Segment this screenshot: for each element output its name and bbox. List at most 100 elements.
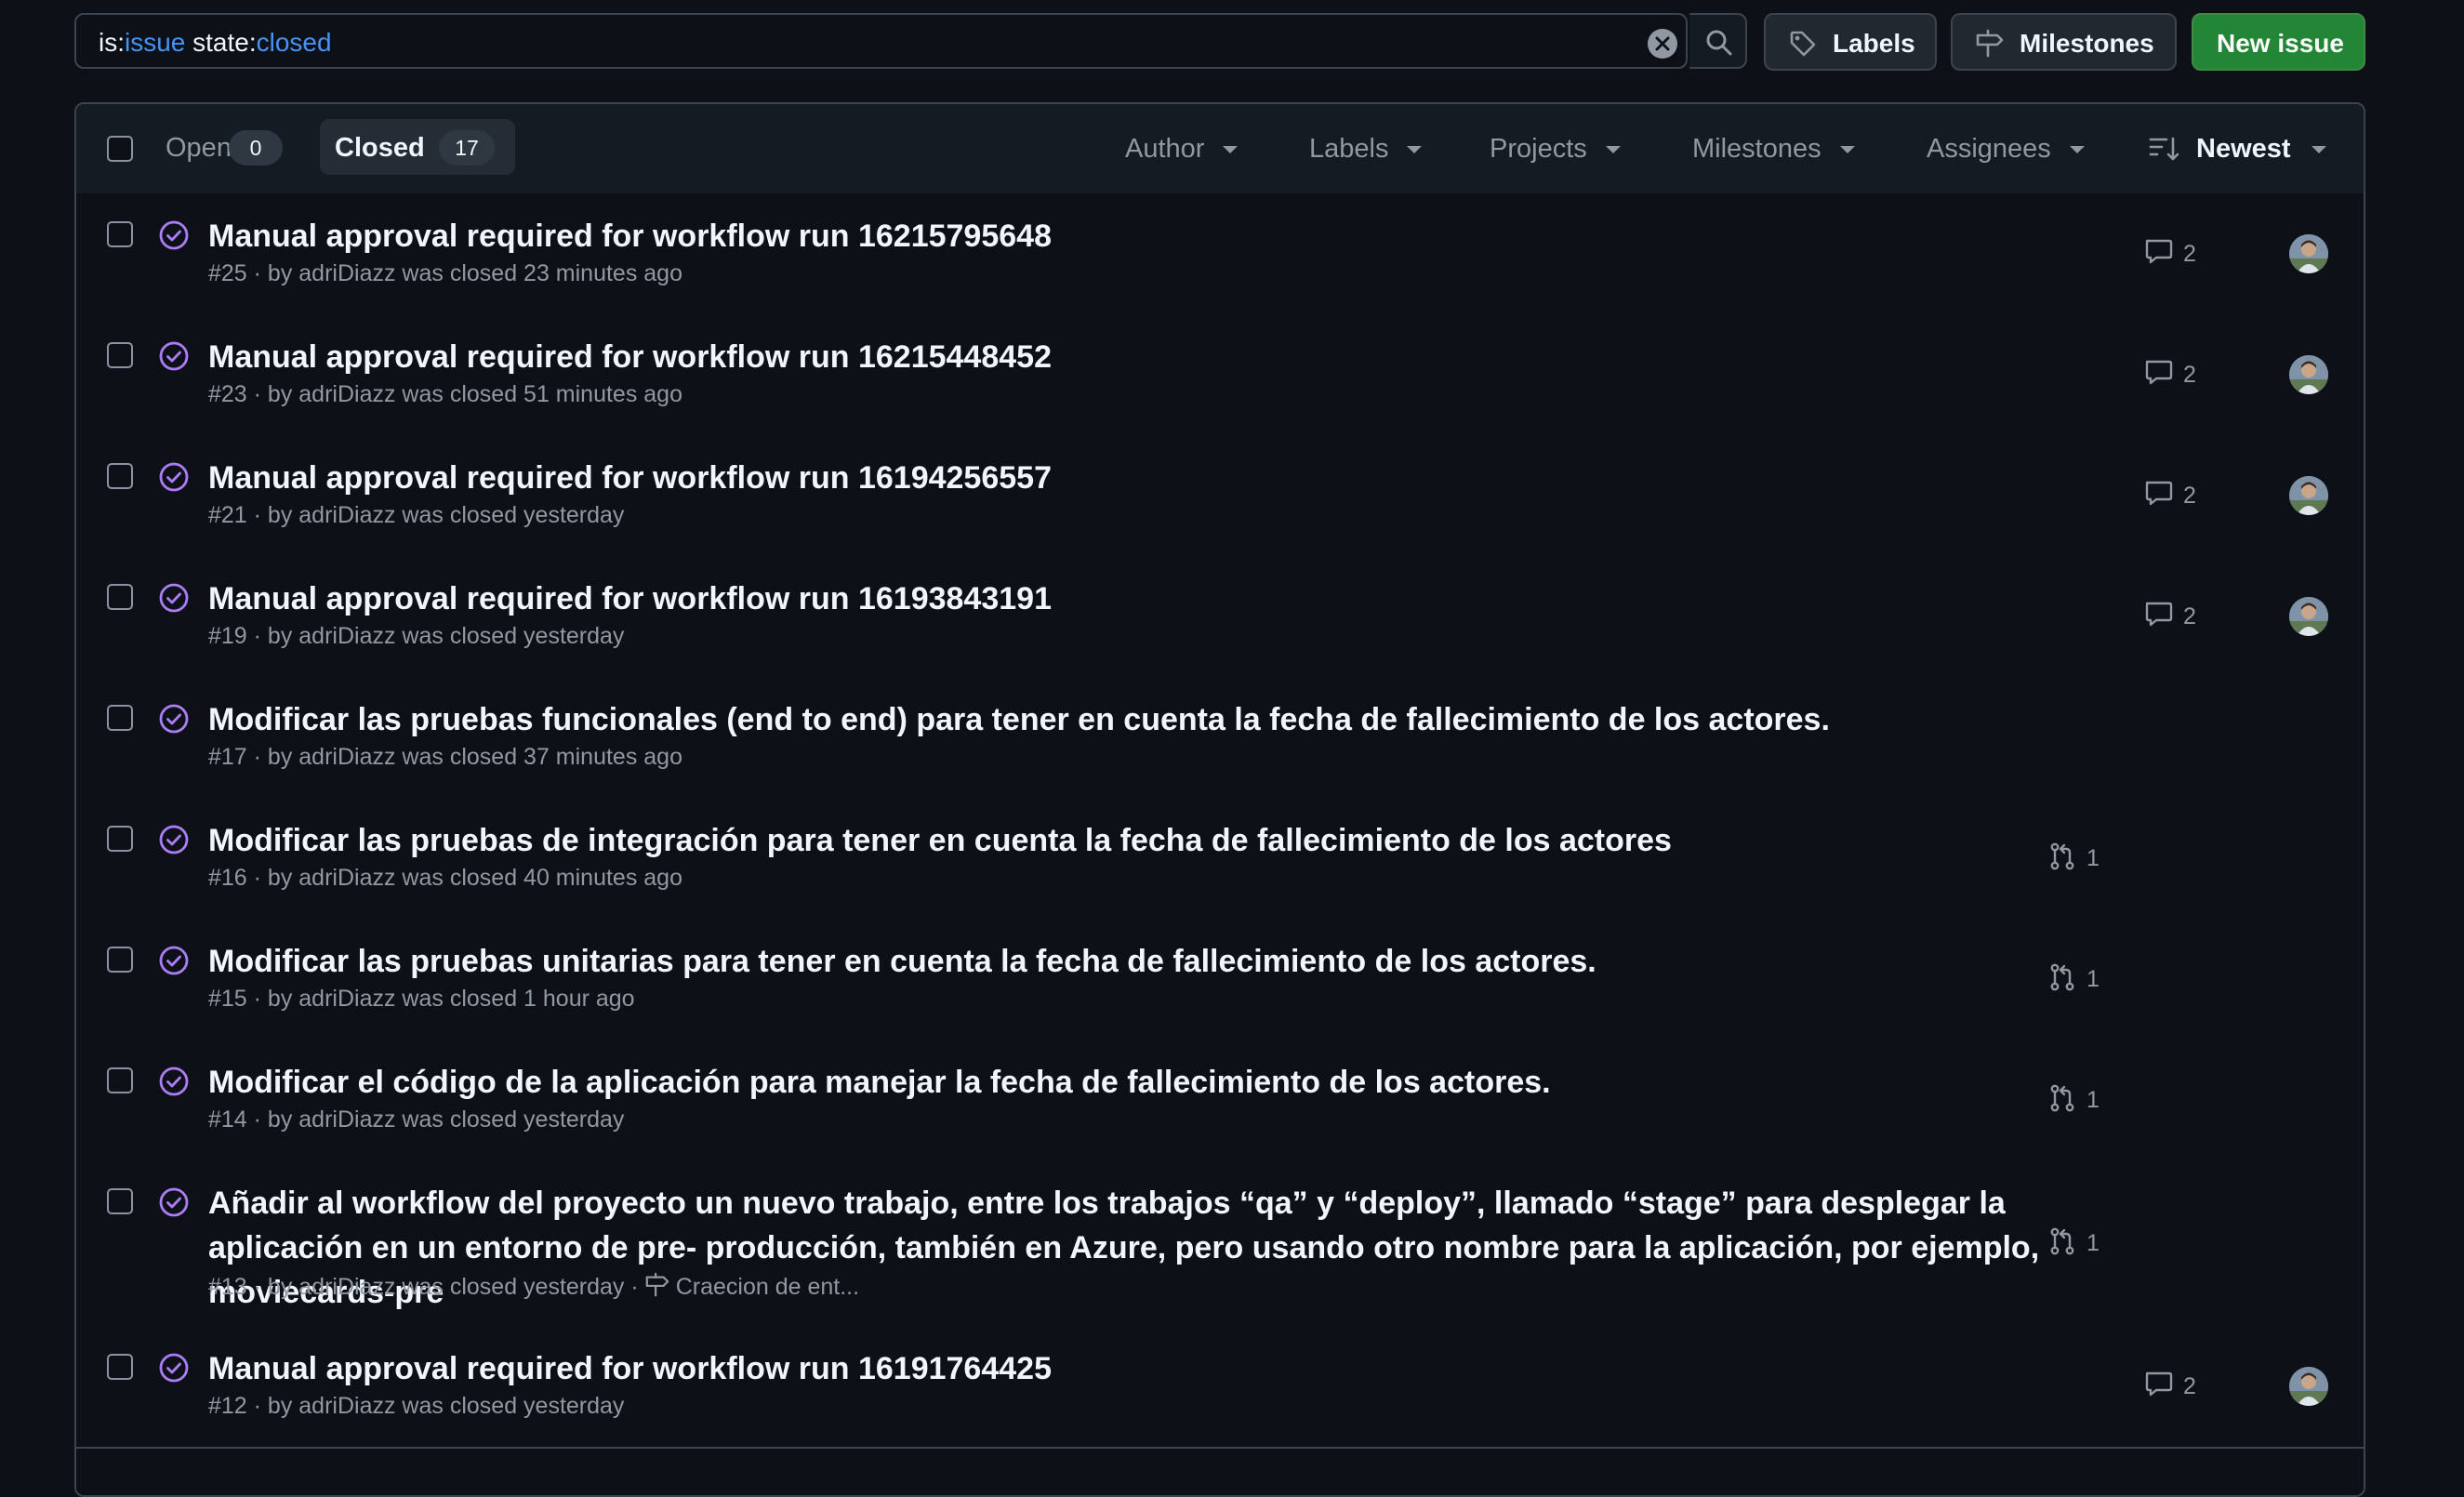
issue-comments-link[interactable]: 2 bbox=[2144, 358, 2196, 389]
issue-comment-count: 2 bbox=[2183, 603, 2196, 629]
issue-checkbox[interactable] bbox=[107, 705, 133, 731]
clear-search-icon[interactable] bbox=[1647, 28, 1678, 60]
issue-row[interactable]: Manual approval required for workflow ru… bbox=[76, 193, 2364, 316]
comment-icon bbox=[2145, 481, 2173, 506]
issues-toolbar: is:issue state:closed Labels Milestones … bbox=[74, 13, 2365, 73]
issue-checkbox[interactable] bbox=[107, 463, 133, 489]
issue-comments-link[interactable]: 2 bbox=[2144, 600, 2196, 630]
issue-title[interactable]: Manual approval required for workflow ru… bbox=[208, 1346, 2105, 1391]
issue-checkbox[interactable] bbox=[107, 342, 133, 368]
issue-row[interactable]: Manual approval required for workflow ru… bbox=[76, 435, 2364, 558]
linked-pr-count: 1 bbox=[2086, 966, 2100, 992]
issue-milestone[interactable]: Craecion de ent... bbox=[639, 1272, 859, 1300]
chevron-down-icon bbox=[1839, 146, 1855, 154]
issue-closed-icon bbox=[159, 341, 189, 371]
chevron-down-icon bbox=[2311, 146, 2326, 154]
issue-comment-count: 2 bbox=[2183, 483, 2196, 509]
issue-title[interactable]: Manual approval required for workflow ru… bbox=[208, 576, 2105, 621]
select-all-checkbox[interactable] bbox=[107, 136, 133, 162]
git-pull-request-icon bbox=[2050, 963, 2074, 991]
issue-row[interactable]: Añadir al workflow del proyecto un nuevo… bbox=[76, 1160, 2364, 1328]
issue-row[interactable]: Modificar las pruebas unitarias para ten… bbox=[76, 919, 2364, 1041]
git-pull-request-icon bbox=[2050, 1084, 2074, 1112]
tab-open-count: 0 bbox=[229, 130, 283, 166]
issue-checkbox[interactable] bbox=[107, 1188, 133, 1214]
linked-pr-count: 1 bbox=[2086, 845, 2100, 871]
new-issue-button-label: New issue bbox=[2217, 29, 2344, 58]
issue-title[interactable]: Modificar las pruebas unitarias para ten… bbox=[208, 939, 2105, 984]
linked-pr-count: 1 bbox=[2086, 1087, 2100, 1113]
issue-checkbox[interactable] bbox=[107, 826, 133, 852]
filter-projects[interactable]: Projects bbox=[1490, 134, 1621, 165]
issue-title[interactable]: Modificar las pruebas de integración par… bbox=[208, 818, 2105, 863]
issue-meta-text: #21 · by adriDiazz was closed yesterday bbox=[208, 502, 625, 528]
milestones-button-label: Milestones bbox=[2020, 29, 2154, 58]
issue-row[interactable]: Manual approval required for workflow ru… bbox=[76, 314, 2364, 437]
issue-row[interactable]: Manual approval required for workflow ru… bbox=[76, 556, 2364, 679]
issue-row[interactable]: Manual approval required for workflow ru… bbox=[76, 1326, 2364, 1449]
assignee-avatar[interactable] bbox=[2289, 234, 2328, 273]
issue-title[interactable]: Modificar las pruebas funcionales (end t… bbox=[208, 697, 2105, 742]
chevron-down-icon bbox=[1407, 146, 1423, 154]
issue-row[interactable]: Modificar las pruebas funcionales (end t… bbox=[76, 677, 2364, 800]
linked-pull-requests[interactable]: 1 bbox=[2047, 841, 2100, 872]
query-qualifier-is: is: bbox=[99, 28, 125, 57]
issue-meta-text: #15 · by adriDiazz was closed 1 hour ago bbox=[208, 986, 635, 1012]
issue-meta-text: #25 · by adriDiazz was closed 23 minutes… bbox=[208, 260, 682, 286]
assignee-avatar[interactable] bbox=[2289, 476, 2328, 515]
issue-title[interactable]: Manual approval required for workflow ru… bbox=[208, 214, 2105, 258]
issue-meta-text: #16 · by adriDiazz was closed 40 minutes… bbox=[208, 865, 682, 891]
issue-meta: #15 · by adriDiazz was closed 1 hour ago bbox=[208, 986, 635, 1013]
sort-dropdown[interactable]: Newest bbox=[2196, 134, 2326, 165]
labels-button[interactable]: Labels bbox=[1764, 13, 1937, 71]
issue-closed-icon bbox=[159, 462, 189, 492]
issue-meta: #25 · by adriDiazz was closed 23 minutes… bbox=[208, 260, 682, 287]
issue-closed-icon bbox=[159, 1187, 189, 1217]
new-issue-button[interactable]: New issue bbox=[2192, 13, 2365, 71]
issue-meta-text: #14 · by adriDiazz was closed yesterday bbox=[208, 1106, 625, 1133]
filter-labels-label: Labels bbox=[1309, 134, 1389, 164]
issue-checkbox[interactable] bbox=[107, 584, 133, 610]
issue-checkbox[interactable] bbox=[107, 221, 133, 247]
tab-closed[interactable]: Closed 17 bbox=[320, 119, 515, 175]
assignee-avatar[interactable] bbox=[2289, 597, 2328, 636]
issue-closed-icon bbox=[159, 704, 189, 734]
search-button[interactable] bbox=[1689, 13, 1747, 69]
query-value-closed: closed bbox=[256, 28, 332, 57]
linked-pull-requests[interactable]: 1 bbox=[2047, 962, 2100, 993]
issue-title[interactable]: Manual approval required for workflow ru… bbox=[208, 456, 2105, 500]
issue-row[interactable]: Modificar las pruebas de integración par… bbox=[76, 798, 2364, 921]
labels-button-label: Labels bbox=[1833, 29, 1915, 58]
search-query[interactable]: is:issue state:closed bbox=[99, 28, 332, 58]
search-input[interactable]: is:issue state:closed bbox=[74, 13, 1688, 69]
issue-comments-link[interactable]: 2 bbox=[2144, 1370, 2196, 1400]
tab-open[interactable]: Open 0 bbox=[149, 119, 307, 175]
filter-labels[interactable]: Labels bbox=[1309, 134, 1423, 165]
milestones-button[interactable]: Milestones bbox=[1951, 13, 2177, 71]
linked-pull-requests[interactable]: 1 bbox=[2047, 1226, 2100, 1257]
issue-row[interactable]: Modificar el código de la aplicación par… bbox=[76, 1040, 2364, 1162]
issue-checkbox[interactable] bbox=[107, 947, 133, 973]
filter-assignees[interactable]: Assignees bbox=[1927, 134, 2085, 165]
issue-title[interactable]: Modificar el código de la aplicación par… bbox=[208, 1060, 2105, 1105]
filter-milestones[interactable]: Milestones bbox=[1692, 134, 1855, 165]
filter-projects-label: Projects bbox=[1490, 134, 1587, 164]
assignee-avatar[interactable] bbox=[2289, 355, 2328, 394]
chevron-down-icon bbox=[1223, 146, 1239, 154]
issue-meta: #12 · by adriDiazz was closed yesterday bbox=[208, 1393, 624, 1420]
issue-title[interactable]: Manual approval required for workflow ru… bbox=[208, 335, 2105, 379]
assignee-avatar[interactable] bbox=[2289, 1367, 2328, 1406]
sort-label: Newest bbox=[2196, 134, 2291, 164]
filter-author[interactable]: Author bbox=[1125, 134, 1239, 165]
chevron-down-icon bbox=[1605, 146, 1621, 154]
issue-checkbox[interactable] bbox=[107, 1067, 133, 1093]
issue-comment-count: 2 bbox=[2183, 362, 2196, 388]
issue-checkbox[interactable] bbox=[107, 1354, 133, 1380]
issue-comments-link[interactable]: 2 bbox=[2144, 479, 2196, 510]
issue-meta-text: #23 · by adriDiazz was closed 51 minutes… bbox=[208, 381, 682, 407]
issue-meta: #16 · by adriDiazz was closed 40 minutes… bbox=[208, 865, 682, 892]
linked-pull-requests[interactable]: 1 bbox=[2047, 1083, 2100, 1114]
issue-comments-link[interactable]: 2 bbox=[2144, 237, 2196, 268]
issue-meta: #13 · by adriDiazz was closed yesterday … bbox=[208, 1272, 859, 1301]
issue-meta-text: #12 · by adriDiazz was closed yesterday bbox=[208, 1393, 625, 1419]
